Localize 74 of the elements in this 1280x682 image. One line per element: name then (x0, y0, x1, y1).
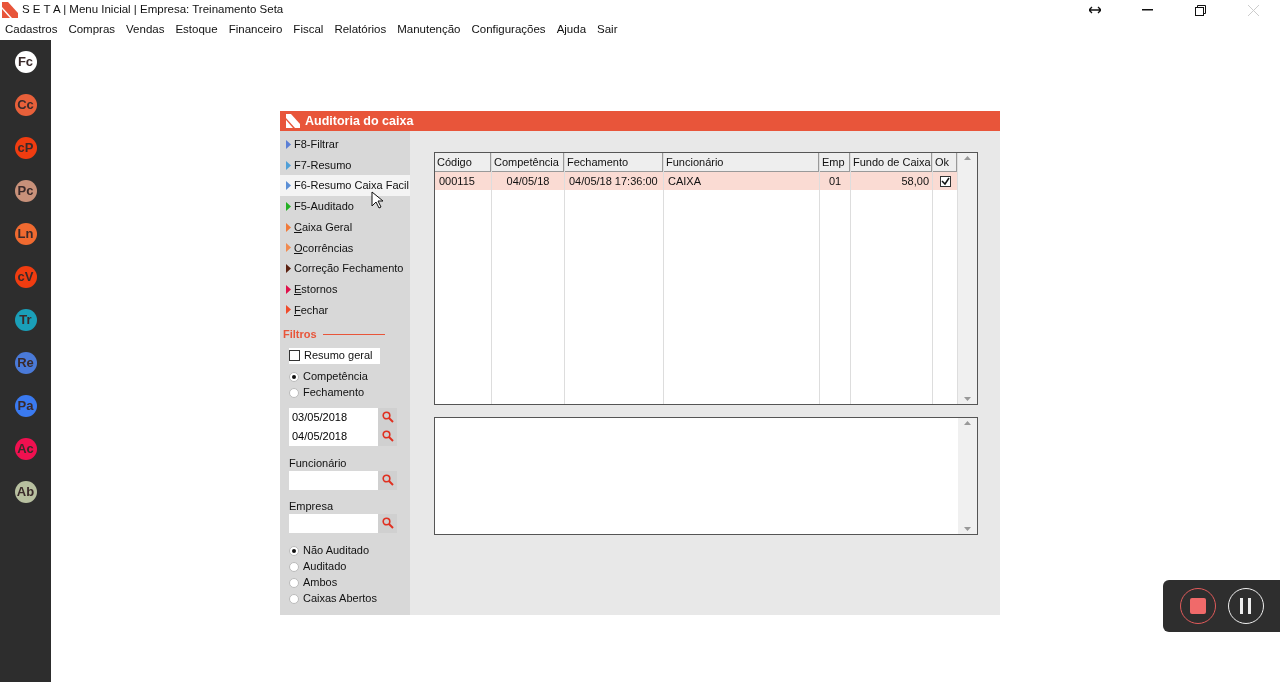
menu-item[interactable]: Relatórios (329, 21, 393, 39)
action-link[interactable]: Correção Fechamento (280, 258, 410, 279)
resize-icon[interactable] (1088, 6, 1101, 14)
table-cell: 04/05/18 (492, 172, 564, 190)
field-label: Funcionário (289, 455, 348, 471)
table-cell: 04/05/18 17:36:00 (565, 172, 663, 190)
checkbox[interactable] (939, 175, 951, 187)
logo-icon (2, 2, 18, 18)
table-cell: 01 (820, 172, 850, 190)
column-header[interactable]: Ok (933, 153, 957, 172)
action-link[interactable]: Fechar (280, 299, 410, 321)
menu-item[interactable]: Manutenção (392, 21, 467, 39)
table-cell: 58,00 (851, 172, 932, 190)
radio-button[interactable]: Competência (289, 368, 410, 385)
checkbox[interactable]: Resumo geral (289, 347, 380, 364)
input-field[interactable] (289, 513, 378, 533)
menu-item[interactable]: Fiscal (288, 21, 330, 39)
shortcut-button[interactable]: Pc (14, 180, 37, 202)
shortcut-button[interactable]: Tr (14, 309, 37, 331)
action-link[interactable]: F8-Filtrar (280, 134, 410, 155)
menu-item[interactable]: Compras (63, 21, 122, 39)
pause-icon (1239, 598, 1252, 614)
section-heading: Filtros (283, 327, 317, 343)
menu-item[interactable]: Configurações (466, 21, 552, 39)
window-title: S E T A | Menu Inicial | Empresa: Treinamento Seta (22, 2, 284, 18)
action-link[interactable]: Caixa Geral (280, 216, 410, 238)
column-header[interactable]: Emp (820, 153, 850, 172)
menu-item[interactable]: Cadastros (0, 21, 64, 39)
radio-button[interactable]: Não Auditado (289, 542, 410, 559)
minimize-icon[interactable] (1142, 9, 1153, 11)
action-link[interactable]: Ocorrências (280, 237, 410, 259)
scrollbar[interactable] (958, 418, 977, 534)
scrollbar[interactable] (958, 153, 977, 404)
action-link[interactable]: F7-Resumo (280, 154, 410, 176)
logo-icon (286, 114, 300, 128)
menu-item[interactable]: Sair (592, 21, 624, 39)
input-field[interactable] (289, 470, 378, 490)
column-header[interactable]: Código (435, 153, 491, 172)
scroll-down-icon[interactable] (964, 527, 971, 531)
field-label: Empresa (289, 498, 335, 514)
table-cell: CAIXA (664, 172, 819, 190)
shortcut-button[interactable]: Ln (14, 223, 37, 245)
column-header[interactable]: Funcionário (664, 153, 819, 172)
action-link[interactable]: F6-Resumo Caixa Facil (280, 175, 410, 197)
menu-item[interactable]: Ajuda (551, 21, 593, 39)
search-button[interactable] (378, 470, 397, 490)
scroll-up-icon[interactable] (964, 156, 971, 160)
search-button[interactable] (378, 407, 397, 427)
radio-button[interactable]: Auditado (289, 558, 410, 575)
column-header[interactable]: Fechamento (565, 153, 663, 172)
column-header[interactable]: Fundo de Caixa (851, 153, 932, 172)
shortcut-button[interactable]: Ab (14, 481, 37, 503)
memo-box[interactable] (434, 417, 978, 535)
column-header[interactable]: Competência (492, 153, 564, 172)
scroll-down-icon[interactable] (964, 397, 971, 401)
restore-icon[interactable] (1195, 4, 1206, 16)
radio-button[interactable]: Caixas Abertos (289, 590, 410, 607)
menu-item[interactable]: Financeiro (223, 21, 289, 39)
radio-button[interactable]: Fechamento (289, 384, 410, 401)
shortcut-button[interactable]: Fc (14, 51, 37, 73)
stop-icon (1189, 598, 1206, 614)
shortcut-button[interactable]: Cc (14, 94, 37, 116)
action-link[interactable]: Estornos (280, 278, 410, 300)
action-link[interactable]: F5-Auditado (280, 196, 410, 217)
table-cell: 000115 (435, 172, 491, 190)
scroll-up-icon[interactable] (964, 421, 971, 425)
search-button[interactable] (378, 513, 397, 533)
mouse-cursor-icon (371, 191, 383, 209)
menu-item[interactable]: Estoque (170, 21, 224, 39)
dialog-title: Auditoria do caixa (305, 112, 414, 130)
menu-item[interactable]: Vendas (121, 21, 171, 39)
shortcut-button[interactable]: cV (14, 266, 37, 288)
date-field[interactable]: 03/05/2018 (289, 407, 378, 427)
radio-button[interactable]: Ambos (289, 574, 410, 591)
